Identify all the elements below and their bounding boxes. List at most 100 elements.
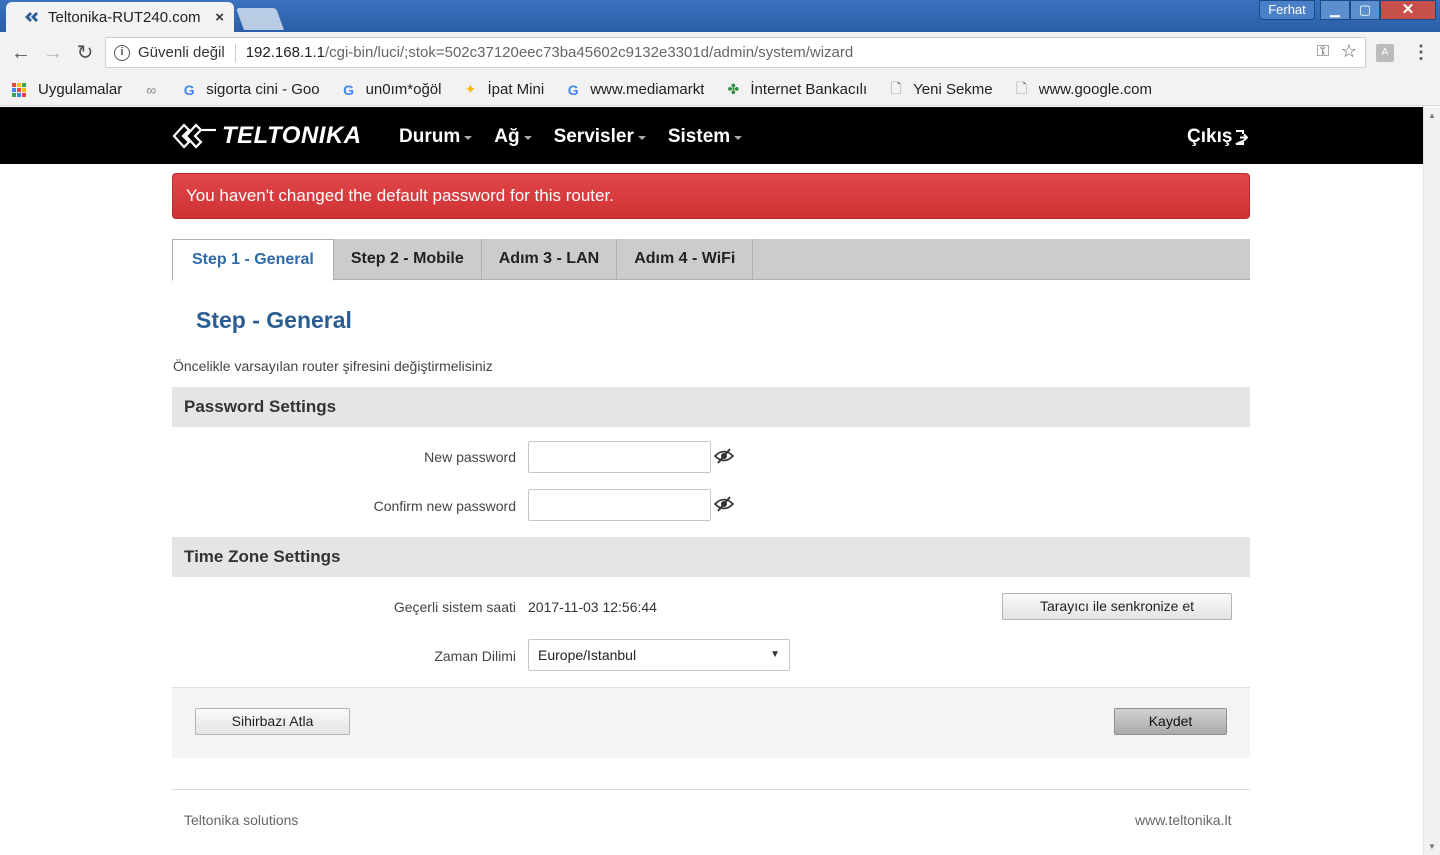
browser-tab-active[interactable]: Teltonika-RUT240.com ×	[6, 2, 234, 32]
confirm-password-input[interactable]	[528, 489, 711, 521]
page-icon: 🗋	[1015, 79, 1028, 96]
default-password-alert: You haven't changed the default password…	[172, 173, 1250, 219]
menu-label: Sistem	[667, 126, 731, 147]
top-navigation: TELTONIKA Durum Ağ Servisler Sistem Çıkı…	[0, 107, 1423, 164]
intro-text: Öncelikle varsayılan router şifresini de…	[173, 358, 493, 374]
pdf-extension-icon[interactable]: A	[1376, 44, 1394, 62]
dropdown-arrow-icon: ▼	[770, 649, 780, 660]
bookmark-item[interactable]: G un0ım*oğöl	[340, 81, 442, 98]
logout-label: Çıkış	[1187, 126, 1233, 147]
google-icon: G	[567, 81, 579, 98]
bookmark-item[interactable]: G www.mediamarkt	[564, 81, 705, 98]
timezone-select[interactable]: Europe/Istanbul ▼	[528, 639, 790, 671]
tab-close-icon[interactable]: ×	[215, 9, 224, 26]
time-zone-settings-header: Time Zone Settings	[172, 537, 1250, 577]
show-password-icon[interactable]	[714, 448, 734, 464]
bookmark-item[interactable]: 🗋 Yeni Sekme	[887, 78, 993, 102]
new-password-label: New password	[424, 449, 516, 465]
bookmark-item[interactable]: 🗋 www.google.com	[1013, 78, 1152, 102]
bookmark-apps[interactable]: Uygulamalar	[12, 81, 122, 98]
tab-title: Teltonika-RUT240.com	[48, 8, 201, 26]
bookmark-label: İpat Mini	[487, 81, 545, 98]
scroll-down-icon[interactable]: ▼	[1428, 842, 1436, 851]
menu-servisler[interactable]: Servisler	[554, 126, 646, 148]
teltonika-favicon-icon	[24, 9, 40, 25]
skip-wizard-button[interactable]: Sihirbazı Atla	[195, 708, 350, 735]
bookmark-label: sigorta cini - Goo	[206, 81, 320, 98]
url-path: /cgi-bin/luci/;stok=502c37120eec73ba4560…	[324, 44, 854, 61]
caret-down-icon	[464, 136, 473, 140]
info-icon[interactable]: i	[114, 44, 130, 61]
incognito-icon: ∞	[146, 81, 157, 98]
footer-website-link[interactable]: www.teltonika.lt	[1135, 812, 1231, 828]
clover-icon: ✤	[727, 81, 740, 97]
timezone-label: Zaman Dilimi	[434, 648, 516, 664]
forward-arrow-icon[interactable]: →	[40, 40, 66, 66]
pinwheel-icon: ✦	[464, 81, 477, 97]
security-label[interactable]: Güvenli değil	[138, 44, 225, 61]
wizard-actions: Sihirbazı Atla Kaydet	[172, 687, 1250, 758]
password-settings-header: Password Settings	[172, 387, 1250, 427]
save-button[interactable]: Kaydet	[1114, 708, 1227, 735]
reload-icon[interactable]: ↻	[72, 40, 98, 66]
profile-button[interactable]: Ferhat	[1259, 0, 1315, 20]
tab-step-lan[interactable]: Adım 3 - LAN	[482, 239, 618, 280]
logout-link[interactable]: Çıkış	[1187, 126, 1249, 148]
main-menu: Durum Ağ Servisler Sistem	[399, 126, 764, 148]
page-icon: 🗋	[890, 79, 902, 96]
confirm-password-label: Confirm new password	[373, 498, 516, 514]
menu-label: Servisler	[553, 126, 634, 147]
sync-with-browser-button[interactable]: Tarayıcı ile senkronize et	[1002, 593, 1232, 620]
menu-ag[interactable]: Ağ	[494, 126, 532, 148]
bookmark-label: Yeni Sekme	[913, 81, 993, 98]
teltonika-logo-icon	[172, 123, 216, 149]
new-tab-button[interactable]	[235, 8, 285, 30]
timezone-selected-value: Europe/Istanbul	[538, 647, 637, 663]
bookmarks-bar: Uygulamalar ∞ G sigorta cini - Goo G un0…	[0, 74, 1440, 106]
browser-titlebar: Teltonika-RUT240.com × Ferhat ▁ ▢ ✕	[0, 0, 1440, 32]
caret-down-icon	[637, 136, 646, 140]
apps-icon	[12, 82, 30, 97]
minimize-window-button[interactable]: ▁	[1320, 0, 1350, 20]
tab-step-wifi[interactable]: Adım 4 - WiFi	[617, 239, 754, 280]
bookmark-label: Uygulamalar	[38, 81, 123, 98]
bookmark-incognito[interactable]: ∞	[142, 82, 168, 98]
page-scrollbar[interactable]: ▲ ▼	[1423, 107, 1440, 855]
logo-text: TELTONIKA	[222, 122, 362, 149]
bookmark-label: www.google.com	[1038, 81, 1153, 98]
bookmark-label: un0ım*oğöl	[365, 81, 442, 98]
menu-label: Durum	[399, 126, 461, 147]
address-bar[interactable]: i Güvenli değil 192.168.1.1/cgi-bin/luci…	[105, 37, 1366, 68]
menu-sistem[interactable]: Sistem	[667, 126, 743, 148]
google-icon: G	[183, 81, 195, 98]
router-admin-page: TELTONIKA Durum Ağ Servisler Sistem Çıkı…	[0, 107, 1440, 855]
bookmark-star-icon[interactable]: ☆	[1341, 41, 1357, 62]
tab-step-mobile[interactable]: Step 2 - Mobile	[334, 239, 482, 280]
caret-down-icon	[734, 136, 743, 140]
tab-step-general[interactable]: Step 1 - General	[172, 239, 334, 281]
footer-company: Teltonika solutions	[184, 812, 299, 828]
scroll-up-icon[interactable]: ▲	[1428, 111, 1436, 120]
bookmark-label: İnternet Bankacılı	[750, 81, 868, 98]
wizard-steps: Step 1 - General Step 2 - Mobile Adım 3 …	[172, 239, 1250, 281]
close-window-button[interactable]: ✕	[1380, 0, 1436, 20]
caret-down-icon	[523, 136, 532, 140]
url-host: 192.168.1.1	[245, 44, 325, 61]
maximize-window-button[interactable]: ▢	[1350, 0, 1380, 20]
footer-divider	[172, 789, 1250, 790]
current-time-label: Geçerli sistem saati	[393, 599, 516, 615]
browser-menu-icon[interactable]: ⋮	[1412, 42, 1430, 63]
bookmark-item[interactable]: ✦ İpat Mini	[461, 81, 545, 98]
menu-durum[interactable]: Durum	[399, 126, 473, 148]
show-password-icon[interactable]	[714, 496, 734, 512]
page-title: Step - General	[196, 307, 352, 333]
menu-label: Ağ	[494, 126, 520, 147]
logout-icon	[1236, 129, 1249, 145]
bookmark-item[interactable]: ✤ İnternet Bankacılı	[724, 81, 868, 98]
new-password-input[interactable]	[528, 441, 711, 473]
teltonika-logo[interactable]: TELTONIKA	[172, 121, 362, 151]
back-arrow-icon[interactable]: ←	[8, 40, 34, 66]
omnibox-divider	[234, 43, 236, 62]
key-icon[interactable]: ⚿	[1317, 43, 1329, 61]
bookmark-item[interactable]: G sigorta cini - Goo	[180, 81, 320, 98]
